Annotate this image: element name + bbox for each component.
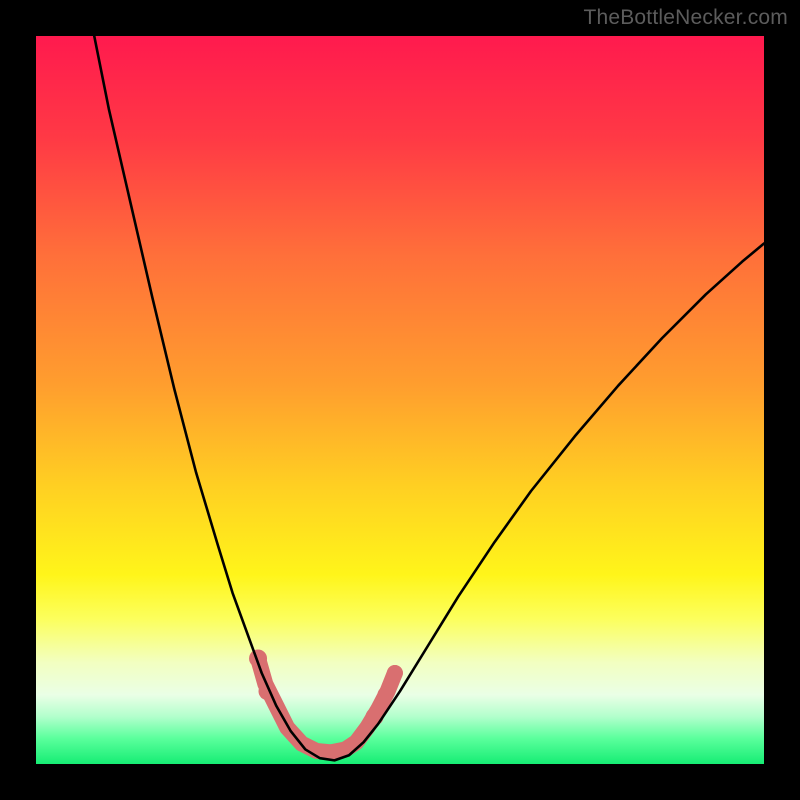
- curve-overlay: [36, 36, 764, 764]
- trough-marker: [377, 687, 393, 703]
- bottleneck-curve-stroke: [94, 36, 764, 760]
- trough-band-stroke: [258, 658, 395, 752]
- trough-marker: [387, 665, 403, 681]
- trough-marker: [366, 708, 384, 726]
- plot-area: [36, 36, 764, 764]
- watermark-text: TheBottleNecker.com: [583, 6, 788, 30]
